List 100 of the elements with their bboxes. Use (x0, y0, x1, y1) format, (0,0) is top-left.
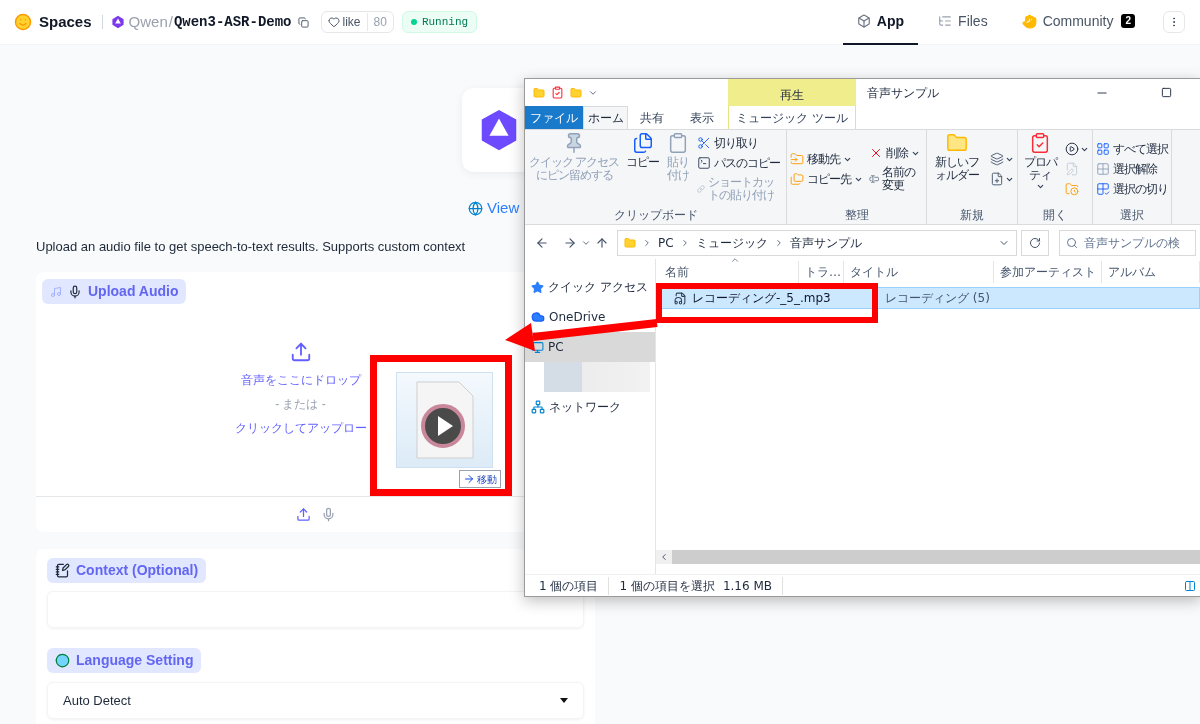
copy-icon[interactable] (297, 16, 309, 28)
microphone-icon[interactable] (320, 507, 336, 522)
description-text: Upload an audio file to get speech-to-text results. Supports custom context (36, 237, 466, 256)
view-link[interactable]: View (487, 197, 520, 220)
upload-icon (289, 341, 312, 363)
path-segment[interactable]: ミュージック (695, 234, 768, 252)
ribbon-tab[interactable]: ホーム (583, 106, 628, 129)
status-item-count: 1 個の項目 (539, 576, 610, 595)
context-input[interactable] (47, 591, 584, 628)
details-view-icon[interactable] (1184, 578, 1196, 593)
ribbon-tab[interactable]: 表示 (676, 106, 728, 129)
file-title: レコーディング (5) (885, 290, 990, 307)
nav-tab[interactable]: Files (924, 0, 1002, 45)
text-cursor-icon (869, 172, 880, 186)
window-title: 音声サンプル (867, 84, 940, 102)
nav-item[interactable]: ネットワーク (525, 392, 655, 422)
file-plus-icon (990, 172, 1004, 186)
column-header[interactable]: タイトル (844, 261, 994, 283)
nav-tab[interactable]: Community 2 (1007, 0, 1149, 45)
maximize-icon[interactable] (1161, 87, 1172, 98)
ribbon-group-label: 新規 (959, 208, 985, 224)
section-label: Language Setting (47, 648, 202, 673)
ribbon-group-label: 開く (1042, 208, 1068, 224)
ribbon-button[interactable]: 削除 (867, 146, 925, 160)
audio-file-icon (414, 380, 475, 460)
ribbon-group-label: 整理 (843, 208, 870, 224)
address-bar[interactable]: PC ミュージック 音声サンプル (617, 230, 1017, 256)
grid-icon (1096, 142, 1110, 156)
heart-icon (327, 16, 340, 28)
ribbon-tab[interactable]: 共有 (628, 106, 676, 129)
earth-icon (55, 653, 70, 668)
monitor-icon (531, 340, 544, 354)
ribbon-button[interactable]: コピー (624, 130, 661, 169)
horizontal-scrollbar[interactable] (656, 550, 1200, 564)
ribbon-button[interactable]: パスのコピー (695, 156, 785, 170)
ribbon-button[interactable]: 新しいフォルダー (928, 130, 986, 182)
ribbon-tab[interactable]: ミュージック ツール (728, 106, 856, 129)
nav-tab[interactable]: App (842, 0, 919, 45)
count-badge: 2 (1121, 14, 1135, 28)
ribbon-button[interactable]: 選択解除 (1094, 162, 1170, 176)
back-arrow-icon[interactable] (535, 236, 549, 250)
brand-name[interactable]: Spaces (39, 10, 92, 34)
pages-icon (631, 132, 654, 154)
file-list-icon (938, 14, 953, 28)
ribbon-group-label: 選択 (1119, 208, 1145, 224)
repo-name[interactable]: Qwen3-ASR-Demo (173, 11, 292, 33)
folder-clock-icon (1065, 182, 1079, 196)
folder-icon (946, 132, 968, 154)
terminal-square-icon (697, 156, 711, 170)
globe-icon (468, 200, 483, 216)
star-icon (531, 280, 544, 294)
checklist-icon[interactable] (551, 86, 564, 99)
like-button[interactable]: like 80 (320, 11, 394, 33)
caret-icon (1035, 182, 1045, 191)
column-header[interactable]: 参加アーティスト (994, 261, 1102, 283)
search-icon (1066, 237, 1078, 249)
checklist-icon (1029, 132, 1051, 154)
right-arrow-icon (463, 473, 475, 485)
status-badge: Running (401, 11, 478, 33)
path-segment[interactable]: PC (658, 234, 674, 252)
microphone-icon (68, 284, 82, 299)
audio-file-icon (674, 291, 687, 305)
layers-icon (990, 152, 1004, 166)
scissors-icon (697, 136, 711, 150)
ribbon-button[interactable]: 選択の切り (1094, 182, 1170, 196)
scroll-left-icon[interactable] (659, 552, 669, 562)
column-header[interactable]: 名前 (659, 261, 799, 283)
path-separator: / (168, 11, 173, 32)
smiley-logo-icon[interactable] (14, 13, 32, 31)
ribbon-button[interactable]: 切り取り (695, 136, 785, 150)
refresh-button[interactable] (1021, 230, 1049, 256)
file-pen-icon (1065, 162, 1079, 176)
file-row[interactable]: レコーディング-_5_.mp3 レコーディング (5) (659, 287, 1200, 309)
forward-arrow-icon[interactable] (563, 236, 577, 250)
caret-icon[interactable] (581, 238, 591, 248)
ribbon-button[interactable]: 名前の変更 (867, 166, 925, 192)
search-field[interactable]: 音声サンプルの検 (1059, 230, 1196, 256)
drag-action-label: 移動 (477, 472, 497, 487)
path-segment[interactable]: 音声サンプル (789, 234, 862, 252)
nav-item[interactable]: クイック アクセス (525, 272, 655, 302)
dropdown-caret-icon (560, 698, 568, 703)
chevron-icon (642, 238, 652, 248)
upload-icon[interactable] (295, 507, 311, 522)
language-dropdown[interactable]: Auto Detect (47, 682, 584, 719)
notepad-icon (55, 563, 70, 578)
hand-icon (1021, 13, 1037, 29)
status-size: 1.16 MB (714, 576, 784, 595)
clipboard-icon (667, 132, 689, 154)
column-header[interactable]: アルバム (1102, 261, 1200, 283)
ribbon-button[interactable]: コピー先 (788, 172, 865, 186)
ribbon-button[interactable]: プロパティ (1019, 130, 1061, 191)
grid-outline-icon (1096, 162, 1110, 176)
folder-arrow-icon (790, 152, 804, 166)
ribbon-button[interactable]: すべて選択 (1094, 142, 1170, 156)
refresh-icon (1029, 237, 1041, 249)
nav-item[interactable]: OneDrive (525, 302, 655, 332)
cube-icon (856, 14, 871, 28)
column-header[interactable]: トラ… (799, 261, 844, 283)
ribbon-tab[interactable]: ファイル (525, 106, 583, 129)
ribbon-button[interactable]: 移動先 (788, 152, 865, 166)
